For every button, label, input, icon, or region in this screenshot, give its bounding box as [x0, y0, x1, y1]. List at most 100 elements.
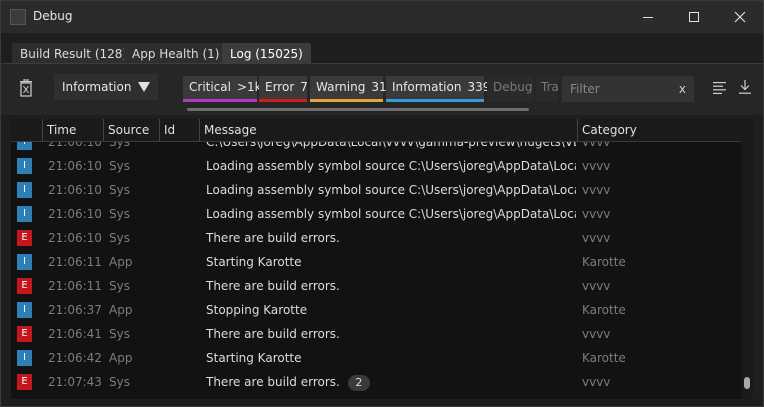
log-category: vvvv — [582, 207, 611, 221]
log-time: 21:06:10 — [48, 183, 102, 197]
log-message: There are build errors. — [206, 226, 576, 250]
column-header-category[interactable]: Category — [577, 119, 741, 141]
log-time: 21:06:11 — [48, 279, 102, 293]
log-category: vvvv — [582, 279, 611, 293]
log-message: Stopping Karotte — [206, 298, 576, 322]
log-message: There are build errors. — [206, 274, 576, 298]
log-row[interactable]: I 21:06:10 Sys Loading assembly symbol sour… — [11, 154, 741, 178]
log-row[interactable]: I 21:06:11 App Starting Karotte Karotte — [11, 250, 741, 274]
filter-chip-error[interactable]: Error 7 — [259, 76, 308, 102]
log-category: Karotte — [582, 351, 626, 365]
column-header-time[interactable]: Time — [42, 119, 103, 141]
debug-window: Debug Build Result (128) App Health (1) … — [0, 0, 764, 407]
download-icon[interactable] — [739, 80, 751, 94]
log-level-select[interactable]: Information — [54, 74, 158, 100]
log-message-text: Loading assembly symbol source C:\Users\… — [206, 159, 576, 173]
tab-app-health[interactable]: App Health (1) — [124, 43, 228, 65]
chevron-down-icon — [138, 82, 150, 92]
log-level-value: Information — [62, 80, 132, 94]
chip-count: 31 — [371, 80, 387, 94]
filter-chip-debug[interactable]: Debug — [487, 76, 533, 102]
log-category: vvvv — [582, 159, 611, 173]
log-message-text: Starting Karotte — [206, 255, 302, 269]
log-category: vvvv — [582, 183, 611, 197]
log-source: App — [109, 303, 133, 317]
log-message-text: There are build errors. — [206, 279, 340, 293]
log-category: vvvv — [582, 231, 611, 245]
column-header-message[interactable]: Message — [199, 119, 577, 141]
log-source: App — [109, 255, 133, 269]
tab-bar: Build Result (128) App Health (1) Log (1… — [1, 33, 763, 65]
log-row[interactable]: E 21:06:10 Sys There are build errors. vvvv — [11, 226, 741, 250]
log-time: 21:06:11 — [48, 255, 102, 269]
log-message: Starting Karotte — [206, 250, 576, 274]
log-source: Sys — [109, 279, 130, 293]
log-category: vvvv — [582, 327, 611, 341]
close-button[interactable] — [717, 1, 763, 33]
filter-chip-warning[interactable]: Warning 31 — [310, 76, 387, 102]
log-message: Loading assembly symbol source C:\Users\… — [206, 178, 576, 202]
close-icon — [734, 11, 746, 23]
level-badge-icon: I — [17, 350, 32, 366]
level-badge-icon: I — [17, 254, 32, 270]
log-row[interactable]: E 21:06:41 Sys There are build errors. vvvv — [11, 322, 741, 346]
scrollbar-thumb[interactable] — [744, 377, 750, 389]
log-time: 21:06:41 — [48, 327, 102, 341]
log-source: Sys — [109, 327, 130, 341]
log-table: I21:06:10SysC:\Users\joreg\AppData\Local… — [11, 119, 753, 399]
level-badge-icon: E — [17, 278, 32, 294]
log-message-text: There are build errors. — [206, 375, 340, 389]
log-row[interactable]: E 21:07:43 Sys There are build errors. 2 vvvv — [11, 370, 741, 394]
log-message: There are build errors. 2 — [206, 370, 576, 394]
level-badge-icon: I — [17, 302, 32, 318]
clear-log-icon[interactable] — [19, 79, 33, 97]
log-time: 21:06:42 — [48, 351, 102, 365]
log-message: Loading assembly symbol source C:\Users\… — [206, 154, 576, 178]
tab-build-result[interactable]: Build Result (128) — [12, 43, 136, 65]
log-source: Sys — [109, 159, 130, 173]
clear-filter-icon[interactable]: x — [679, 76, 686, 102]
text-align-icon[interactable] — [713, 82, 726, 94]
level-badge-icon: E — [17, 326, 32, 342]
table-header: Time Source Id Message Category — [11, 119, 753, 141]
app-icon — [10, 9, 26, 25]
column-header-source[interactable]: Source — [103, 119, 159, 141]
log-row[interactable]: I 21:06:10 Sys Loading assembly symbol sour… — [11, 178, 741, 202]
repeat-count-badge: 2 — [347, 375, 370, 391]
filter-input[interactable]: Filter x — [562, 76, 694, 102]
chip-count: >1k — [236, 80, 262, 94]
filter-chip-trace[interactable]: Trace — [536, 76, 558, 102]
minimize-button[interactable] — [625, 1, 671, 33]
log-time: 21:06:37 — [48, 303, 102, 317]
chip-scrollbar[interactable] — [187, 108, 529, 111]
log-row[interactable]: I 21:06:42 App Starting Karotte Karotte — [11, 346, 741, 370]
column-header-level[interactable] — [11, 119, 42, 141]
log-message-text: Loading assembly symbol source C:\Users\… — [206, 183, 576, 197]
log-category: vvvv — [582, 375, 611, 389]
log-rows: I21:06:10SysC:\Users\joreg\AppData\Local… — [11, 130, 741, 394]
column-header-id[interactable]: Id — [159, 119, 199, 141]
level-badge-icon: I — [17, 182, 32, 198]
vertical-scrollbar[interactable] — [741, 119, 753, 399]
filter-chip-critical[interactable]: Critical >1k — [183, 76, 262, 102]
log-toolbar: Information Critical >1k Error 7 Warning 31… — [1, 63, 763, 115]
filter-chip-information[interactable]: Information 339 — [386, 76, 490, 102]
log-message: Loading assembly symbol source C:\Users\… — [206, 202, 576, 226]
log-category: Karotte — [582, 303, 626, 317]
log-category: Karotte — [582, 255, 626, 269]
chip-label: Critical — [189, 80, 231, 94]
log-row[interactable]: E 21:06:11 Sys There are build errors. vvvv — [11, 274, 741, 298]
log-message-text: Loading assembly symbol source C:\Users\… — [206, 207, 576, 221]
maximize-button[interactable] — [671, 1, 717, 33]
chip-label: Information — [392, 80, 462, 94]
log-row[interactable]: I 21:06:10 Sys Loading assembly symbol sour… — [11, 202, 741, 226]
log-time: 21:06:10 — [48, 159, 102, 173]
chip-label: Warning — [316, 80, 366, 94]
level-badge-icon: I — [17, 206, 32, 222]
filter-placeholder: Filter — [570, 82, 600, 96]
log-message-text: There are build errors. — [206, 327, 340, 341]
log-source: Sys — [109, 375, 130, 389]
log-row[interactable]: I 21:06:37 App Stopping Karotte Karotte — [11, 298, 741, 322]
tab-log[interactable]: Log (15025) — [222, 43, 311, 65]
log-message-text: There are build errors. — [206, 231, 340, 245]
